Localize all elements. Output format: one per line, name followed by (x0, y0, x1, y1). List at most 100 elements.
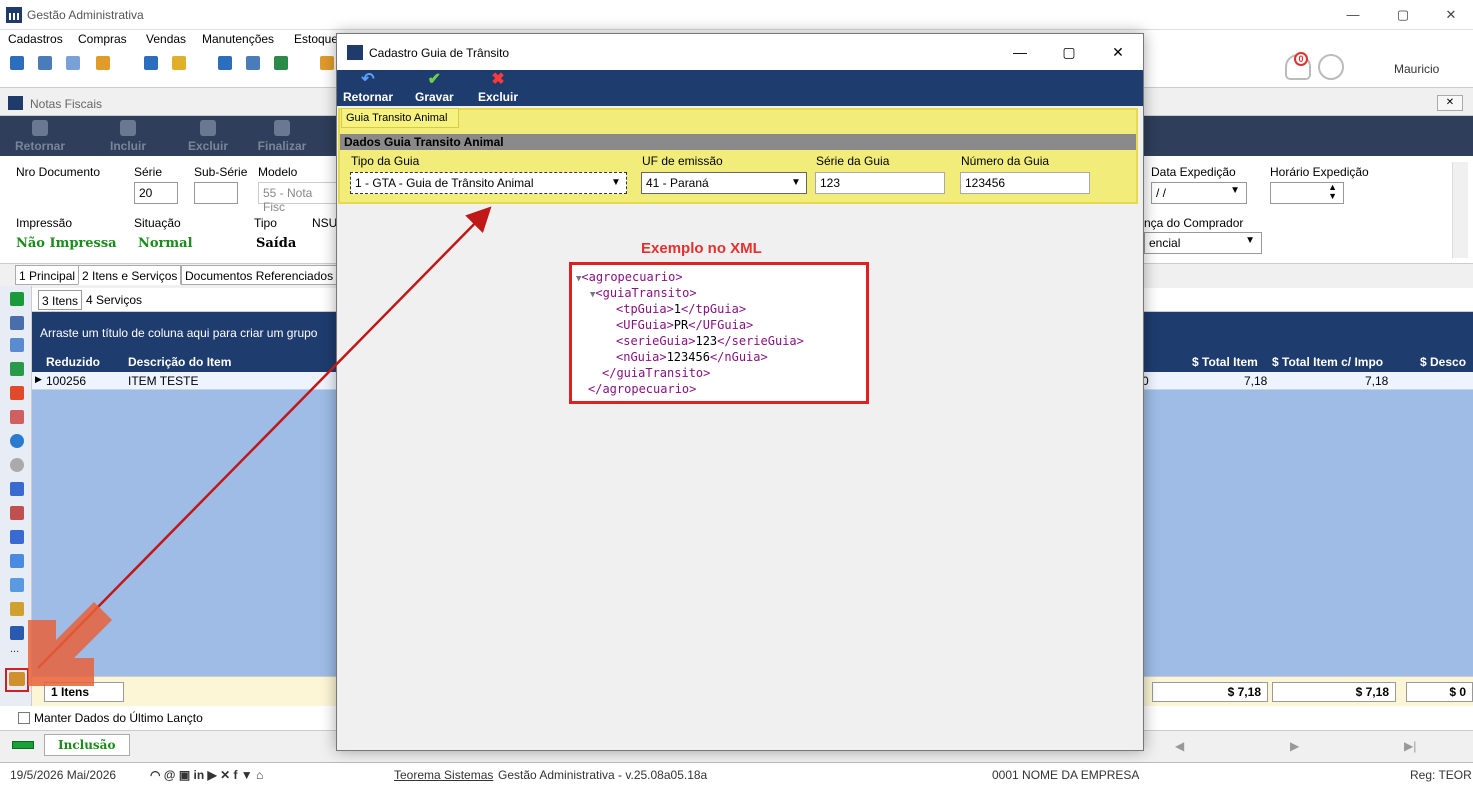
data-expedicao-label: Data Expedição (1151, 165, 1236, 179)
guia-transito-dialog: Cadastro Guia de Trânsito — ▢ ✕ ↶ Retorna… (336, 33, 1144, 751)
uf-emissao-select[interactable]: 41 - Paraná ▼ (641, 172, 807, 194)
dialog-title: Cadastro Guia de Trânsito (369, 46, 510, 60)
social-icons[interactable]: ◠ @ ▣ in ▶ ✕ f ▼ ⌂ (150, 768, 263, 782)
nav-last-icon[interactable]: ▶| (1404, 739, 1416, 753)
notas-retornar-button[interactable]: Retornar (10, 120, 70, 153)
subtab-itens[interactable]: 3 Itens (38, 290, 83, 310)
cart-icon[interactable] (274, 56, 288, 70)
truck-icon[interactable] (320, 56, 334, 70)
chevron-down-icon: ▼ (611, 177, 621, 188)
settings-icon[interactable] (10, 458, 24, 472)
delete-icon[interactable] (10, 386, 24, 400)
app-logo-icon (6, 7, 22, 23)
nav-prev-icon[interactable]: ◀ (1175, 739, 1184, 753)
status-mode: Inclusão (44, 734, 130, 756)
save-icon[interactable] (10, 56, 24, 70)
dialog-logo-icon (347, 45, 363, 60)
notas-finalizar-button[interactable]: Finalizar (252, 120, 312, 153)
situacao-label: Situação (134, 216, 181, 230)
doc-icon[interactable] (144, 56, 158, 70)
modelo-select[interactable]: 55 - Nota Fisc (258, 182, 338, 214)
dialog-minimize-button[interactable]: — (1005, 42, 1035, 62)
menu-manutencoes[interactable]: Manutenções (202, 32, 274, 46)
xml-tpguia-value: 1 (673, 302, 682, 316)
data-expedicao-input[interactable]: / / ▼ (1151, 182, 1247, 204)
trash-icon (200, 120, 216, 136)
grid-icon[interactable] (10, 362, 24, 376)
info-icon[interactable] (10, 434, 24, 448)
highlight-box (5, 668, 29, 692)
company-link[interactable]: Teorema Sistemas (394, 768, 493, 782)
person-icon[interactable] (218, 56, 232, 70)
users-icon[interactable] (38, 56, 52, 70)
dialog-close-button[interactable]: ✕ (1103, 42, 1133, 62)
excluir-label: Excluir (478, 90, 519, 104)
document-icon[interactable] (10, 482, 24, 496)
book-icon[interactable] (10, 410, 24, 424)
filter-icon[interactable] (10, 338, 24, 352)
table-icon[interactable] (10, 530, 24, 544)
chevron-down-icon: ▼ (791, 177, 801, 188)
form-scrollbar[interactable] (1452, 162, 1468, 258)
restore-button[interactable]: ▢ (1388, 4, 1418, 26)
report-icon[interactable] (10, 506, 24, 520)
comprador-select[interactable]: encial ▼ (1144, 232, 1262, 254)
col-reduzido[interactable]: Reduzido (46, 355, 100, 369)
xml-ufguia-value: PR (673, 318, 689, 332)
copy-icon[interactable] (10, 626, 24, 640)
menu-cadastros[interactable]: Cadastros (8, 32, 63, 46)
col-descricao[interactable]: Descrição do Item (128, 355, 231, 369)
col-total-item[interactable]: $ Total Item (1192, 355, 1258, 369)
xml-nguia-value: 123456 (666, 350, 710, 364)
plus-icon (120, 120, 136, 136)
tab-itens-servicos[interactable]: 2 Itens e Serviços (78, 265, 182, 285)
serie-guia-input[interactable]: 123 (815, 172, 945, 194)
numero-guia-label: Número da Guia (961, 154, 1050, 168)
menu-vendas[interactable]: Vendas (146, 32, 186, 46)
tipo-guia-value: 1 - GTA - Guia de Trânsito Animal (355, 176, 534, 190)
tipo-guia-select[interactable]: 1 - GTA - Guia de Trânsito Animal ▼ (350, 172, 627, 194)
row-total-imp: 7,18 (1365, 374, 1389, 388)
tab-guia-transito-animal[interactable]: Guia Transito Animal (341, 108, 459, 128)
col-total-item-imp[interactable]: $ Total Item c/ Impo (1272, 355, 1383, 369)
add-icon[interactable] (10, 292, 24, 306)
menu-estoque[interactable]: Estoque (294, 32, 338, 46)
footer-desc: $ 0 (1406, 682, 1473, 702)
close-button[interactable]: ✕ (1436, 4, 1466, 26)
edit-icon[interactable] (10, 316, 24, 330)
card-icon[interactable] (66, 56, 80, 70)
tab-principal[interactable]: 1 Principal (15, 265, 80, 285)
columns-icon[interactable] (10, 578, 24, 592)
dialog-maximize-button[interactable]: ▢ (1054, 42, 1084, 62)
user-avatar-icon[interactable] (1318, 54, 1344, 80)
numero-guia-input[interactable]: 123456 (960, 172, 1090, 194)
sub-serie-input[interactable] (194, 182, 238, 204)
col-desconto[interactable]: $ Desco (1420, 355, 1466, 369)
manter-checkbox[interactable] (18, 712, 30, 724)
notas-excluir-label: Excluir (187, 139, 229, 153)
horario-expedicao-input[interactable]: ▲ ▼ (1270, 182, 1344, 204)
notas-excluir-button[interactable]: Excluir (178, 120, 238, 153)
people-icon[interactable] (10, 602, 24, 616)
list-icon[interactable] (96, 56, 110, 70)
nav-next-icon[interactable]: ▶ (1290, 739, 1299, 753)
dialog-retornar-button[interactable]: ↶ Retornar (343, 72, 393, 105)
menu-compras[interactable]: Compras (78, 32, 127, 46)
notas-incluir-button[interactable]: Incluir (98, 120, 158, 153)
data-expedicao-value: / / (1156, 186, 1167, 200)
box-icon[interactable] (172, 56, 186, 70)
dialog-excluir-button[interactable]: ✖ Excluir (478, 72, 519, 105)
dialog-gravar-button[interactable]: ✔ Gravar (415, 72, 454, 105)
impressao-label: Impressão (16, 216, 73, 230)
tab-documentos-referenciados[interactable]: Documentos Referenciados (181, 265, 338, 285)
subtab-servicos[interactable]: 4 Serviços (86, 293, 142, 307)
bank-icon[interactable] (246, 56, 260, 70)
more-icon[interactable]: ... (10, 644, 24, 660)
serie-input[interactable]: 20 (134, 182, 178, 204)
impressao-value: Não Impressa (16, 236, 117, 251)
minimize-button[interactable]: — (1338, 4, 1368, 26)
notas-close-button[interactable]: ✕ (1437, 95, 1463, 111)
notas-title: Notas Fiscais (30, 97, 103, 111)
gravar-label: Gravar (415, 90, 454, 104)
export-icon[interactable] (10, 554, 24, 568)
